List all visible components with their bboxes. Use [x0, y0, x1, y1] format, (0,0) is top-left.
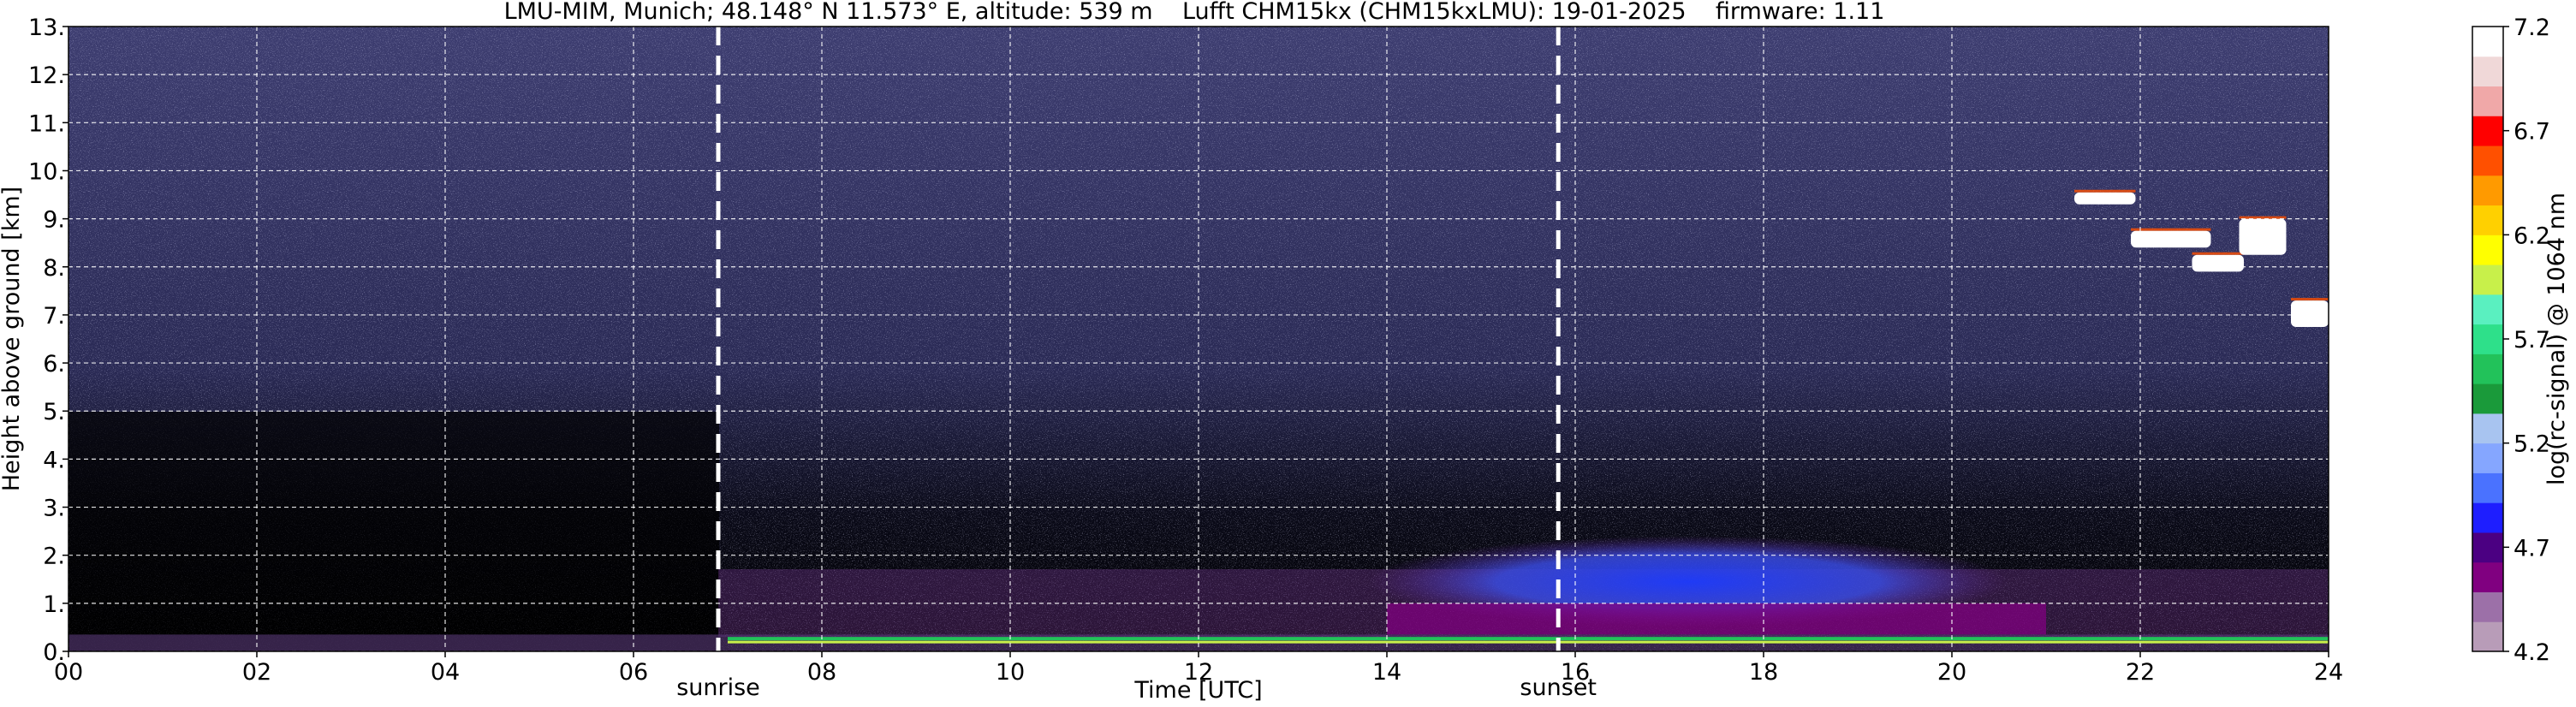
- plot-area: sunrise sunset: [68, 26, 2329, 701]
- colorbar-tick-label: 4.2: [2514, 639, 2550, 666]
- colorbar-segment: [2472, 294, 2503, 325]
- x-tick-label: 22: [2126, 659, 2155, 686]
- feature-cloud-edge: [2291, 298, 2329, 301]
- colorbar-segment: [2472, 235, 2503, 265]
- x-tick-label: 20: [1937, 659, 1966, 686]
- feature-cloud-edge: [2192, 252, 2244, 255]
- colorbar-tick-label: 4.7: [2514, 535, 2550, 561]
- colorbar-segment: [2472, 413, 2503, 444]
- colorbar-segment: [2472, 383, 2503, 414]
- colorbar-segment: [2472, 86, 2503, 116]
- chart-title: LMU-MIM, Munich; 48.148° N 11.573° E, al…: [504, 0, 1885, 25]
- feature-cloud-edge: [2239, 216, 2287, 219]
- feature-aerosol-base: [1387, 603, 2046, 635]
- y-tick-label: 9.: [43, 207, 65, 234]
- colorbar-segment: [2472, 502, 2503, 533]
- y-tick-label: 1.: [43, 591, 65, 618]
- x-tick-label: 18: [1749, 659, 1778, 686]
- y-axis-label: Height above ground [km]: [0, 187, 25, 491]
- colorbar-segment: [2472, 443, 2503, 473]
- y-tick-label: 8.: [43, 255, 65, 282]
- y-tick-label: 12.: [28, 62, 65, 89]
- feature-cloud-patch: [2074, 192, 2136, 205]
- colorbar-segment: [2472, 621, 2503, 652]
- colorbar-tick-label: 7.2: [2514, 15, 2550, 41]
- feature-surface-yellow: [728, 640, 2329, 644]
- colorbar-segment: [2472, 175, 2503, 206]
- colorbar-segment: [2472, 472, 2503, 503]
- feature-cloud-edge: [2074, 189, 2136, 193]
- x-tick-label: 08: [807, 659, 836, 686]
- colorbar-segment: [2472, 27, 2503, 57]
- colorbar-segment: [2472, 561, 2503, 592]
- feature-cloud-patch: [2192, 254, 2244, 272]
- colorbar-segment: [2472, 56, 2503, 87]
- y-tick-label: 11.: [28, 110, 65, 137]
- colorbar-segment: [2472, 354, 2503, 384]
- y-axis-ticks: 0. 1. 2. 3. 4. 5. 6. 7. 8. 9. 10. 11. 12. 13.: [28, 15, 68, 666]
- colorbar-segment: [2472, 205, 2503, 235]
- colorbar-segment: [2472, 116, 2503, 146]
- colorbar-segment: [2472, 591, 2503, 622]
- y-tick-label: 2.: [43, 544, 65, 570]
- colorbar: [2472, 26, 2504, 652]
- x-tick-label: 06: [619, 659, 648, 686]
- feature-cloud-patch: [2291, 300, 2329, 327]
- colorbar-segment: [2472, 324, 2503, 354]
- marker-label-sunrise: sunrise: [676, 674, 760, 701]
- x-tick-label: 16: [1561, 659, 1590, 686]
- x-tick-label: 24: [2314, 659, 2343, 686]
- x-tick-label: 04: [431, 659, 460, 686]
- ceilometer-chart: LMU-MIM, Munich; 48.148° N 11.573° E, al…: [0, 0, 2570, 704]
- y-tick-label: 3.: [43, 496, 65, 522]
- colorbar-segment: [2472, 146, 2503, 176]
- y-tick-label: 13.: [28, 15, 65, 41]
- y-tick-label: 10.: [28, 158, 65, 185]
- low-noise-mask: [68, 412, 719, 651]
- y-tick-label: 0.: [43, 639, 65, 666]
- colorbar-label: log(rc-signal) @ 1064 nm: [2543, 193, 2570, 485]
- feature-cloud-patch: [2239, 218, 2287, 255]
- y-tick-label: 4.: [43, 447, 65, 473]
- x-tick-label: 02: [242, 659, 271, 686]
- colorbar-segment: [2472, 532, 2503, 563]
- x-axis-label: Time [UTC]: [1133, 677, 1262, 704]
- y-tick-label: 6.: [43, 351, 65, 377]
- feature-surface-green: [728, 637, 2329, 641]
- feature-cloud-edge: [2131, 228, 2211, 231]
- feature-cloud-patch: [2131, 230, 2211, 248]
- x-tick-label: 10: [996, 659, 1025, 686]
- colorbar-tick-label: 6.7: [2514, 119, 2550, 146]
- x-tick-label: 14: [1372, 659, 1401, 686]
- y-tick-label: 7.: [43, 303, 65, 330]
- colorbar-segment: [2472, 264, 2503, 295]
- y-tick-label: 5.: [43, 399, 65, 425]
